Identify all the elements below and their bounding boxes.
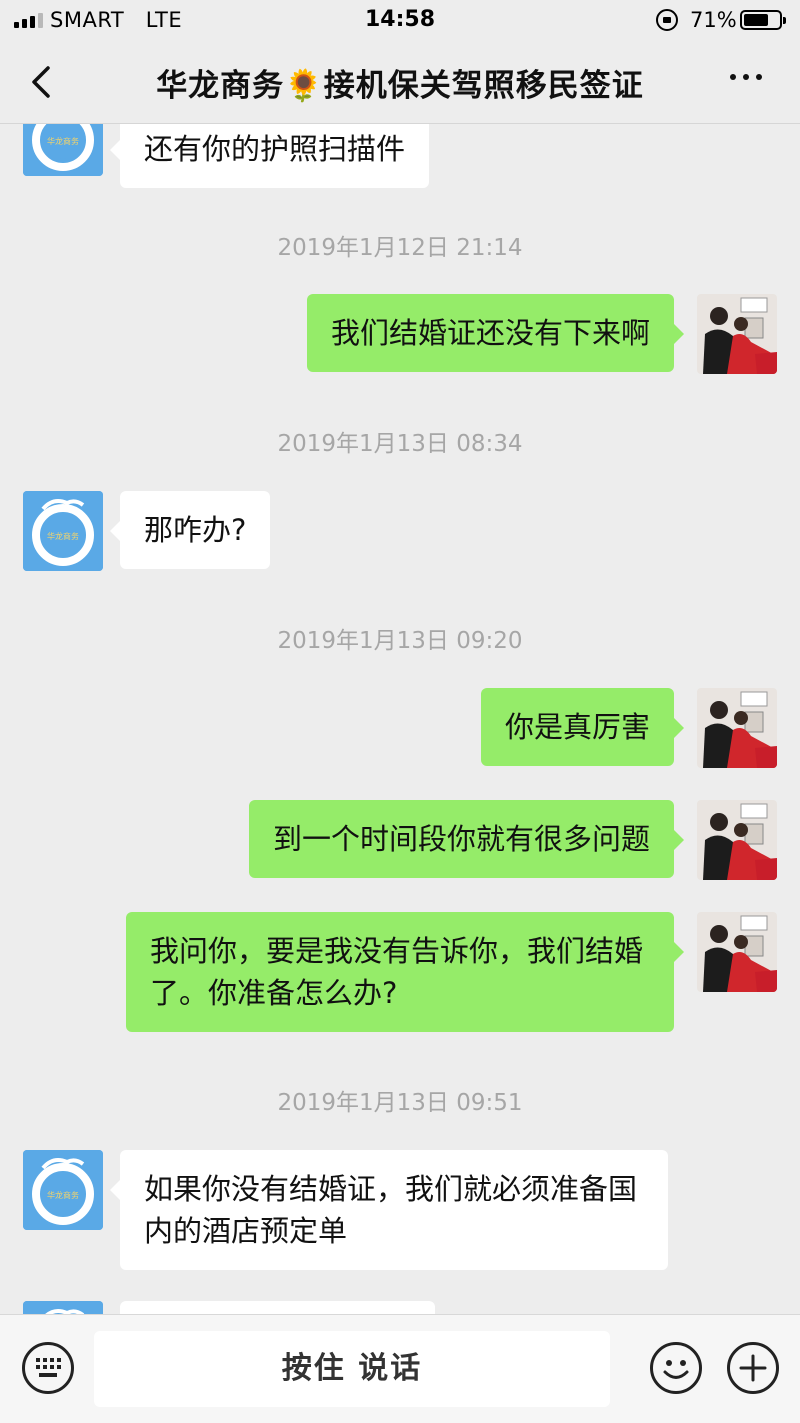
user-avatar[interactable] bbox=[697, 912, 777, 992]
wedding-photo-icon bbox=[697, 688, 777, 768]
message-timestamp: 2019年1月13日 09:51 bbox=[277, 1090, 523, 1116]
dragon-logo-icon bbox=[23, 1301, 103, 1314]
message-bubble-received-partial[interactable] bbox=[120, 1301, 435, 1314]
message-bubble-sent[interactable]: 我们结婚证还没有下来啊 bbox=[306, 294, 685, 372]
chat-area[interactable]: 华龙商务 还有你的护照扫描件 2019年1月12日 21:14 我们结婚证还没有… bbox=[0, 124, 800, 1314]
battery-percent: 71% bbox=[690, 8, 737, 32]
status-bar: SMART LTE 14:58 71% bbox=[0, 0, 800, 42]
emoji-button[interactable] bbox=[650, 1342, 702, 1394]
battery-icon bbox=[740, 10, 786, 30]
message-bubble-sent[interactable]: 你是真厉害 bbox=[480, 688, 685, 766]
status-time: 14:58 bbox=[364, 7, 436, 32]
wedding-photo-icon bbox=[697, 912, 777, 992]
contact-avatar[interactable]: 华龙商务 bbox=[23, 124, 103, 176]
nav-bar: 华龙商务🌻接机保关驾照移民签证 bbox=[0, 42, 800, 124]
plus-icon bbox=[739, 1354, 767, 1382]
wedding-photo-icon bbox=[697, 800, 777, 880]
more-dot bbox=[756, 74, 762, 80]
keyboard-toggle-button[interactable] bbox=[22, 1342, 74, 1394]
contact-avatar[interactable]: 华龙商务 bbox=[23, 1150, 103, 1230]
more-dot bbox=[743, 74, 749, 80]
user-avatar[interactable] bbox=[697, 688, 777, 768]
rotation-lock-icon bbox=[656, 9, 678, 31]
user-avatar[interactable] bbox=[697, 800, 777, 880]
more-functions-button[interactable] bbox=[727, 1342, 779, 1394]
svg-text:华龙商务: 华龙商务 bbox=[47, 1190, 79, 1200]
chevron-left-icon bbox=[32, 66, 50, 98]
message-bubble-received[interactable]: 如果你没有结婚证，我们就必须准备国内的酒店预定单 bbox=[110, 1150, 668, 1270]
more-button[interactable] bbox=[730, 74, 770, 88]
dragon-logo-icon: 华龙商务 bbox=[23, 1150, 103, 1230]
contact-avatar[interactable]: 华龙商务 bbox=[23, 491, 103, 571]
keyboard-icon bbox=[36, 1358, 61, 1377]
message-timestamp: 2019年1月13日 08:34 bbox=[277, 431, 523, 457]
wedding-photo-icon bbox=[697, 294, 777, 374]
dragon-logo-icon: 华龙商务 bbox=[23, 124, 103, 176]
contact-avatar[interactable] bbox=[23, 1301, 103, 1314]
chat-title: 华龙商务🌻接机保关驾照移民签证 bbox=[156, 68, 644, 104]
svg-text:华龙商务: 华龙商务 bbox=[47, 136, 79, 146]
user-avatar[interactable] bbox=[697, 294, 777, 374]
message-bubble-received[interactable]: 那咋办? bbox=[109, 491, 271, 569]
emoji-icon bbox=[663, 1360, 689, 1379]
message-bubble-sent[interactable]: 到一个时间段你就有很多问题 bbox=[248, 800, 685, 878]
input-bar: 按住 说话 bbox=[0, 1314, 800, 1423]
message-timestamp: 2019年1月12日 21:14 bbox=[277, 235, 523, 261]
more-dots-icon bbox=[730, 74, 736, 80]
message-bubble-received[interactable]: 还有你的护照扫描件 bbox=[109, 124, 430, 188]
dragon-logo-icon: 华龙商务 bbox=[23, 491, 103, 571]
message-bubble-sent[interactable]: 我问你，要是我没有告诉你，我们结婚了。你准备怎么办? bbox=[126, 912, 684, 1032]
svg-text:华龙商务: 华龙商务 bbox=[47, 531, 79, 541]
hold-to-talk-button[interactable]: 按住 说话 bbox=[94, 1331, 610, 1407]
back-button[interactable] bbox=[22, 60, 62, 104]
message-timestamp: 2019年1月13日 09:20 bbox=[277, 628, 523, 654]
